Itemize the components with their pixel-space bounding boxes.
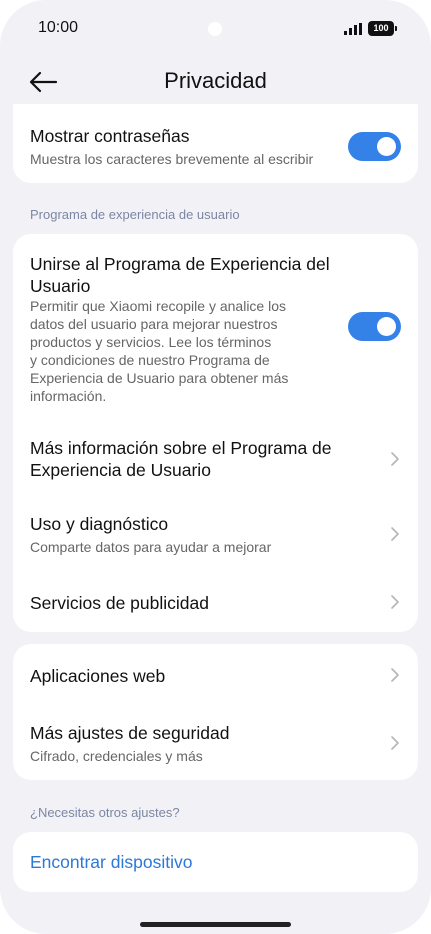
join-program-toggle[interactable] (348, 312, 401, 341)
row-find-device[interactable]: Encontrar dispositivo (13, 832, 418, 892)
row-title: Uso y diagnóstico (30, 514, 169, 534)
status-bar: 10:00 100 (0, 0, 431, 58)
section-label-experience: Programa de experiencia de usuario (30, 207, 240, 222)
chevron-right-icon (391, 736, 399, 750)
row-description-line: y condiciones de nuestro Programa de (30, 352, 270, 368)
row-web-apps[interactable]: Aplicaciones web (13, 644, 418, 706)
row-ad-services[interactable]: Servicios de publicidad (13, 574, 418, 630)
row-description-line: Experiencia de Usuario para obtener más (30, 370, 289, 386)
row-join-program[interactable]: Unirse al Programa de Experiencia del Us… (13, 234, 418, 414)
row-title: Más ajustes de seguridad (30, 723, 230, 743)
signal-icon (344, 23, 362, 35)
row-title: Aplicaciones web (30, 666, 166, 686)
row-usage-diagnostics[interactable]: Uso y diagnóstico Comparte datos para ay… (13, 502, 418, 566)
row-title: Mostrar contraseñas (30, 126, 190, 146)
row-subtitle: Muestra los caracteres brevemente al esc… (30, 151, 314, 167)
battery-icon: 100 (368, 21, 397, 36)
row-show-passwords[interactable]: Mostrar contraseñas Muestra los caracter… (13, 104, 418, 183)
home-indicator[interactable] (140, 922, 291, 927)
front-camera (208, 22, 222, 36)
card-show-passwords: Mostrar contraseñas Muestra los caracter… (13, 104, 418, 183)
find-device-link[interactable]: Encontrar dispositivo (30, 852, 192, 873)
card-find-device: Encontrar dispositivo (13, 832, 418, 892)
section-label-other: ¿Necesitas otros ajustes? (30, 805, 180, 820)
row-title-line2: Experiencia de Usuario (30, 460, 211, 480)
show-passwords-toggle[interactable] (348, 132, 401, 161)
page-title: Privacidad (164, 68, 267, 93)
chevron-right-icon (391, 527, 399, 541)
header: Privacidad (0, 58, 431, 110)
row-subtitle: Cifrado, credenciales y más (30, 748, 203, 764)
row-title: Más información sobre el Programa de (30, 438, 332, 458)
row-title-line2: Usuario (30, 276, 91, 296)
chevron-right-icon (391, 595, 399, 609)
row-description-line: datos del usuario para mejorar nuestros (30, 316, 278, 332)
card-experience: Unirse al Programa de Experiencia del Us… (13, 234, 418, 632)
row-description-line: Permitir que Xiaomi recopile y analice l… (30, 298, 286, 314)
row-title: Servicios de publicidad (30, 593, 209, 613)
row-description-line: productos y servicios. Lee los términos (30, 334, 272, 350)
phone-screen: 10:00 100 Privacidad Mostrar contraseñas… (0, 0, 431, 934)
row-more-info[interactable]: Más información sobre el Programa de Exp… (13, 424, 418, 494)
row-subtitle: Comparte datos para ayudar a mejorar (30, 539, 272, 555)
chevron-right-icon (391, 452, 399, 466)
row-description-line: información. (30, 388, 107, 404)
row-title: Unirse al Programa de Experiencia del (30, 254, 330, 274)
chevron-right-icon (391, 668, 399, 682)
card-web-security: Aplicaciones web Más ajustes de segurida… (13, 644, 418, 780)
status-time: 10:00 (38, 19, 79, 36)
row-more-security[interactable]: Más ajustes de seguridad Cifrado, creden… (13, 710, 418, 778)
toggle-knob (377, 137, 396, 156)
toggle-knob (377, 317, 396, 336)
